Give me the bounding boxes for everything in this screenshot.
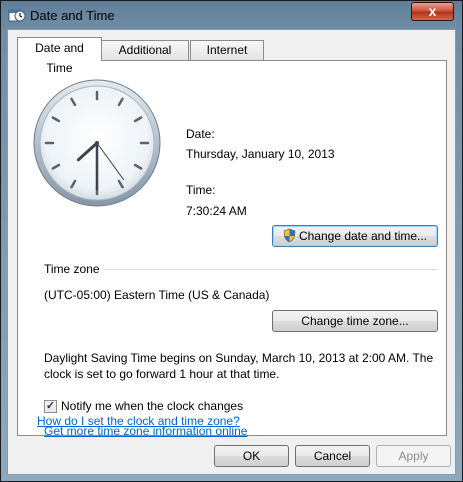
title-bar[interactable]: Date and Time x [1, 1, 462, 29]
dst-text-line-1: Daylight Saving Time begins on Sunday, M… [44, 351, 434, 365]
notify-label[interactable]: Notify me when the clock changes [61, 399, 243, 413]
date-and-time-window: Date and Time x Date and Time Additional… [0, 0, 463, 482]
tab-additional-clocks[interactable]: Additional Clocks [101, 40, 189, 75]
time-label: Time: [186, 183, 216, 197]
tab-date-and-time[interactable]: Date and Time [17, 37, 102, 75]
uac-shield-icon [283, 228, 296, 243]
time-zone-value: (UTC-05:00) Eastern Time (US & Canada) [44, 288, 270, 302]
close-icon: x [428, 3, 437, 19]
notify-checkbox[interactable]: ✓ [44, 400, 57, 413]
date-value: Thursday, January 10, 2013 [186, 147, 335, 161]
window-title: Date and Time [30, 8, 115, 23]
time-value: 7:30:24 AM [186, 204, 247, 218]
time-zone-divider [104, 269, 438, 270]
date-label: Date: [186, 127, 215, 141]
change-date-and-time-button[interactable]: Change date and time... [272, 225, 438, 247]
time-zone-heading: Time zone [44, 262, 100, 276]
date-time-app-icon [8, 9, 26, 22]
apply-button[interactable]: Apply [376, 445, 451, 467]
cancel-button[interactable]: Cancel [295, 445, 370, 467]
analog-clock-icon [33, 79, 161, 207]
tab-internet-time[interactable]: Internet Time [190, 40, 264, 75]
how-to-set-clock-link[interactable]: How do I set the clock and time zone? [37, 414, 240, 428]
tab-panel-date-and-time: Date: Thursday, January 10, 2013 Time: 7… [17, 60, 447, 438]
close-button[interactable]: x [411, 2, 454, 21]
dialog-body: Date and Time Additional Clocks Internet… [7, 29, 456, 475]
change-time-zone-button[interactable]: Change time zone... [272, 310, 438, 332]
dst-text-line-2: clock is set to go forward 1 hour at tha… [44, 367, 280, 381]
checkmark-icon: ✓ [45, 400, 56, 412]
change-date-and-time-label: Change date and time... [298, 229, 428, 243]
ok-button[interactable]: OK [214, 445, 289, 467]
